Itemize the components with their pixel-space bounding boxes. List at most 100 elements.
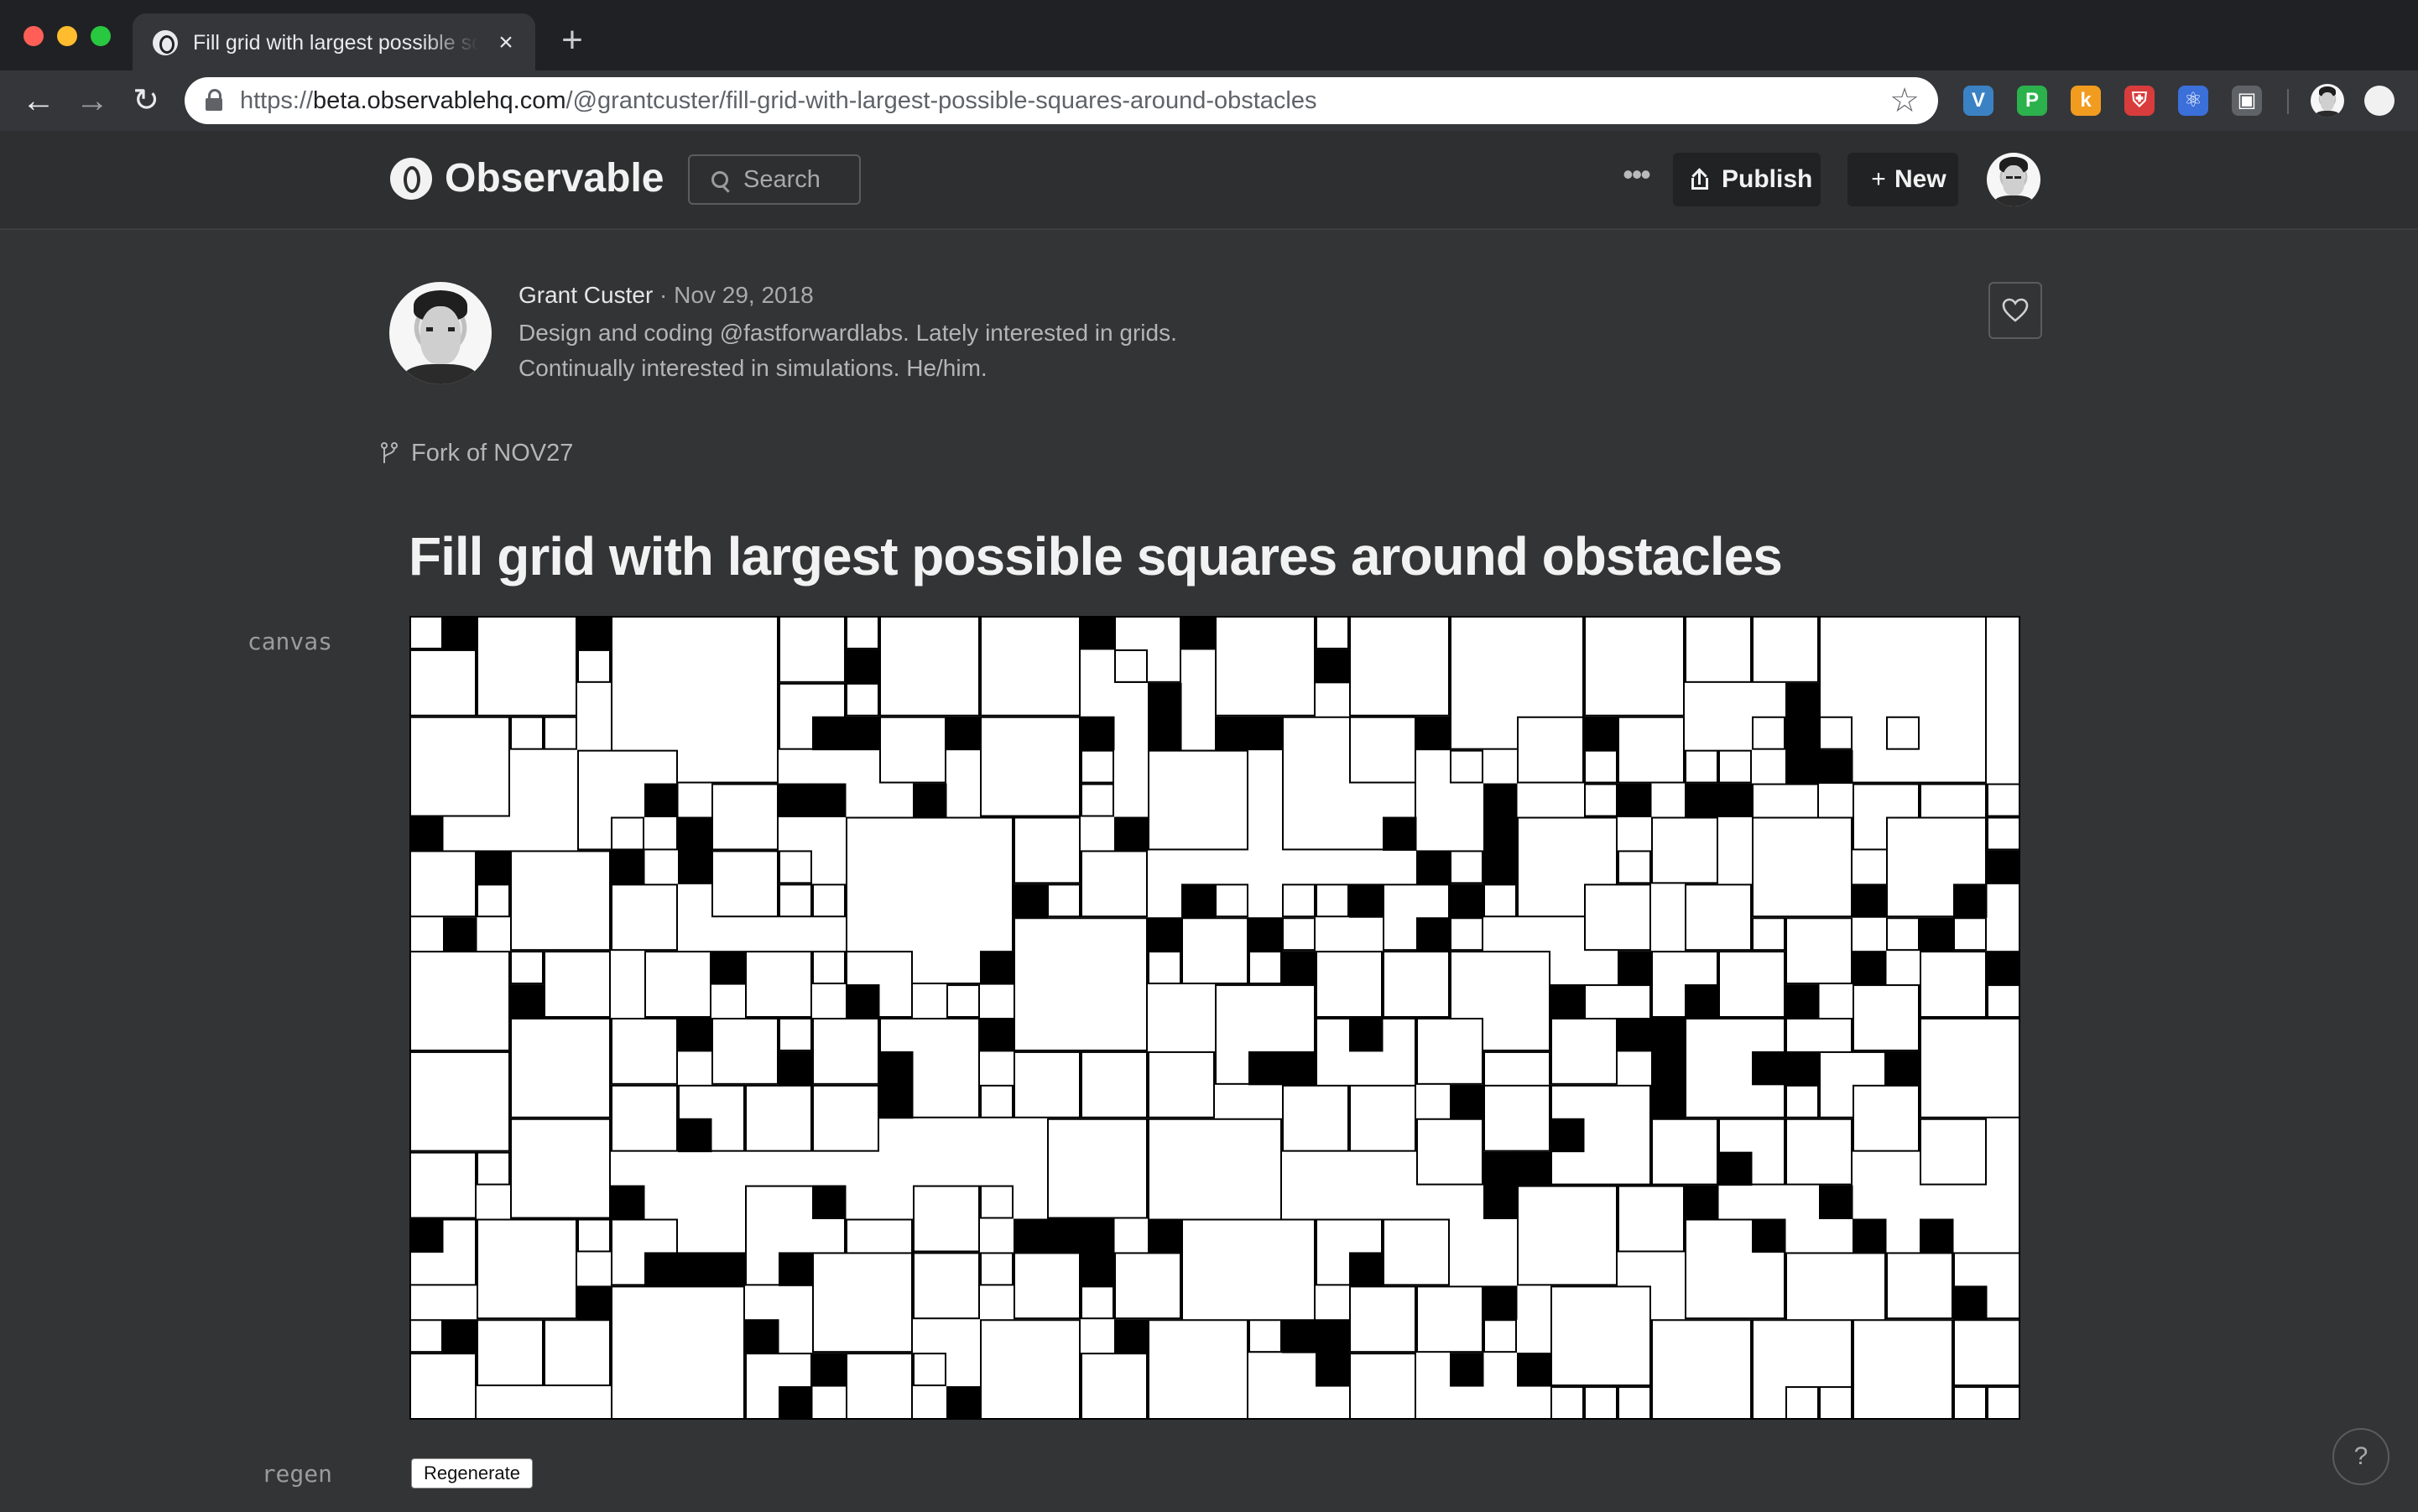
grid-square	[409, 1353, 477, 1420]
search-input[interactable]: Search	[743, 156, 821, 203]
minimize-window-icon[interactable]	[57, 26, 77, 46]
grid-square	[1148, 1319, 1248, 1420]
grid-square	[846, 682, 879, 717]
grid-obstacle	[1248, 1051, 1283, 1086]
like-button[interactable]	[1988, 282, 2042, 339]
browser-menu-circle-icon[interactable]	[2364, 86, 2395, 116]
grid-square	[1383, 1218, 1450, 1286]
back-arrow-icon[interactable]: ←	[18, 81, 59, 121]
author-name[interactable]: Grant Custer	[519, 282, 653, 308]
new-label: New	[1894, 165, 1946, 193]
grid-square	[1081, 1285, 1114, 1320]
grid-obstacle	[812, 1353, 847, 1387]
author-avatar[interactable]	[389, 282, 492, 384]
grid-obstacle	[812, 716, 847, 751]
grid-square	[1181, 917, 1248, 985]
grid-obstacle	[1785, 1051, 1820, 1086]
grid-obstacle	[846, 649, 880, 684]
grid-obstacle	[1718, 783, 1753, 817]
grid-square	[913, 1185, 980, 1253]
grid-obstacle	[1081, 1218, 1115, 1253]
grid-square	[812, 884, 846, 918]
grid-square	[577, 1218, 611, 1253]
grid-square	[1349, 1353, 1416, 1420]
grid-square	[1718, 951, 1785, 1018]
react-devtools-icon[interactable]: ⚛	[2178, 86, 2208, 116]
forward-arrow-icon[interactable]: →	[72, 81, 112, 121]
grid-square	[980, 1185, 1014, 1219]
grid-square	[779, 850, 812, 884]
url-path: /@grantcuster/fill-grid-with-largest-pos…	[565, 87, 1317, 114]
grid-obstacle	[980, 951, 1014, 985]
grid-square	[1349, 1285, 1416, 1353]
browser-profile-avatar[interactable]	[2311, 84, 2344, 117]
ublock-icon[interactable]: ⛨	[2124, 86, 2155, 116]
search-box[interactable]: Search	[688, 154, 861, 205]
url-text[interactable]: https://beta.observablehq.com/@grantcust…	[240, 77, 1317, 124]
picture-in-picture-icon[interactable]: ▣	[2232, 86, 2262, 116]
grid-square	[980, 616, 1081, 717]
grid-square	[812, 1018, 879, 1085]
more-options-icon[interactable]: •••	[1616, 158, 1656, 200]
grid-obstacle	[1383, 816, 1417, 851]
tab-close-icon[interactable]: ×	[492, 29, 520, 57]
grid-square	[846, 1353, 913, 1420]
grid-obstacle	[1651, 1018, 1686, 1052]
vimium-icon[interactable]: V	[1963, 86, 1993, 116]
grid-square	[1886, 716, 1920, 750]
grid-square	[1920, 1118, 1987, 1186]
grid-square	[611, 816, 644, 851]
grid-square	[1651, 816, 1718, 884]
regenerate-button[interactable]: Regenerate	[411, 1458, 533, 1489]
author-separator: ·	[653, 282, 675, 308]
grid-obstacle	[1752, 1218, 1786, 1253]
cell-name-regen[interactable]: regen	[198, 1460, 332, 1488]
reload-icon[interactable]: ↻	[126, 81, 166, 121]
grid-obstacle	[644, 783, 679, 817]
new-notebook-button[interactable]: + New	[1847, 153, 1958, 206]
grid-obstacle	[1920, 1218, 1954, 1253]
grid-obstacle	[1785, 716, 1820, 751]
grid-square	[1584, 1386, 1618, 1420]
publish-button[interactable]: Publish	[1673, 153, 1821, 206]
maximize-window-icon[interactable]	[91, 26, 111, 46]
grid-square	[1953, 917, 1987, 952]
grid-obstacle	[812, 783, 847, 817]
grid-obstacle	[1081, 716, 1115, 751]
browser-tab[interactable]: Fill grid with largest possible squares …	[133, 13, 535, 70]
bookmark-star-icon[interactable]: ☆	[1886, 82, 1923, 119]
grid-square	[1349, 1084, 1416, 1152]
lock-icon[interactable]	[205, 89, 223, 111]
author-bio-line: Design and coding @fastforwardlabs. Late…	[519, 320, 1177, 346]
grid-square	[1651, 1118, 1718, 1186]
grid-square	[1618, 1185, 1685, 1253]
fork-icon	[381, 442, 398, 463]
grid-obstacle	[846, 984, 880, 1019]
grid-square	[611, 1285, 745, 1420]
pushbullet-icon[interactable]: P	[2017, 86, 2047, 116]
grid-square	[1014, 917, 1148, 1051]
grid-square	[1383, 951, 1450, 1018]
grid-obstacle	[946, 1386, 981, 1420]
grid-obstacle	[1953, 884, 1988, 918]
observable-logo-text[interactable]: Observable	[445, 154, 664, 203]
cell-name-canvas[interactable]: canvas	[198, 628, 332, 655]
new-tab-icon[interactable]: +	[555, 22, 589, 59]
grid-obstacle	[980, 1018, 1014, 1052]
grid-square	[1685, 884, 1752, 952]
observable-logo-icon[interactable]	[390, 158, 432, 200]
help-icon[interactable]: ?	[2332, 1428, 2389, 1485]
grid-square	[1215, 884, 1248, 918]
grid-square	[1114, 1252, 1181, 1320]
browser-toolbar: ← → ↻ https://beta.observablehq.com/@gra…	[0, 70, 2418, 131]
grid-square	[544, 716, 577, 750]
grid-obstacle	[644, 1252, 679, 1286]
close-window-icon[interactable]	[23, 26, 44, 46]
user-avatar[interactable]	[1987, 153, 2040, 206]
grid-square	[879, 716, 946, 784]
grid-square	[1081, 1051, 1148, 1118]
address-bar[interactable]: https://beta.observablehq.com/@grantcust…	[185, 77, 1938, 124]
grid-square	[1785, 1386, 1819, 1420]
grid-square	[812, 1252, 913, 1353]
keep-icon[interactable]: k	[2071, 86, 2101, 116]
